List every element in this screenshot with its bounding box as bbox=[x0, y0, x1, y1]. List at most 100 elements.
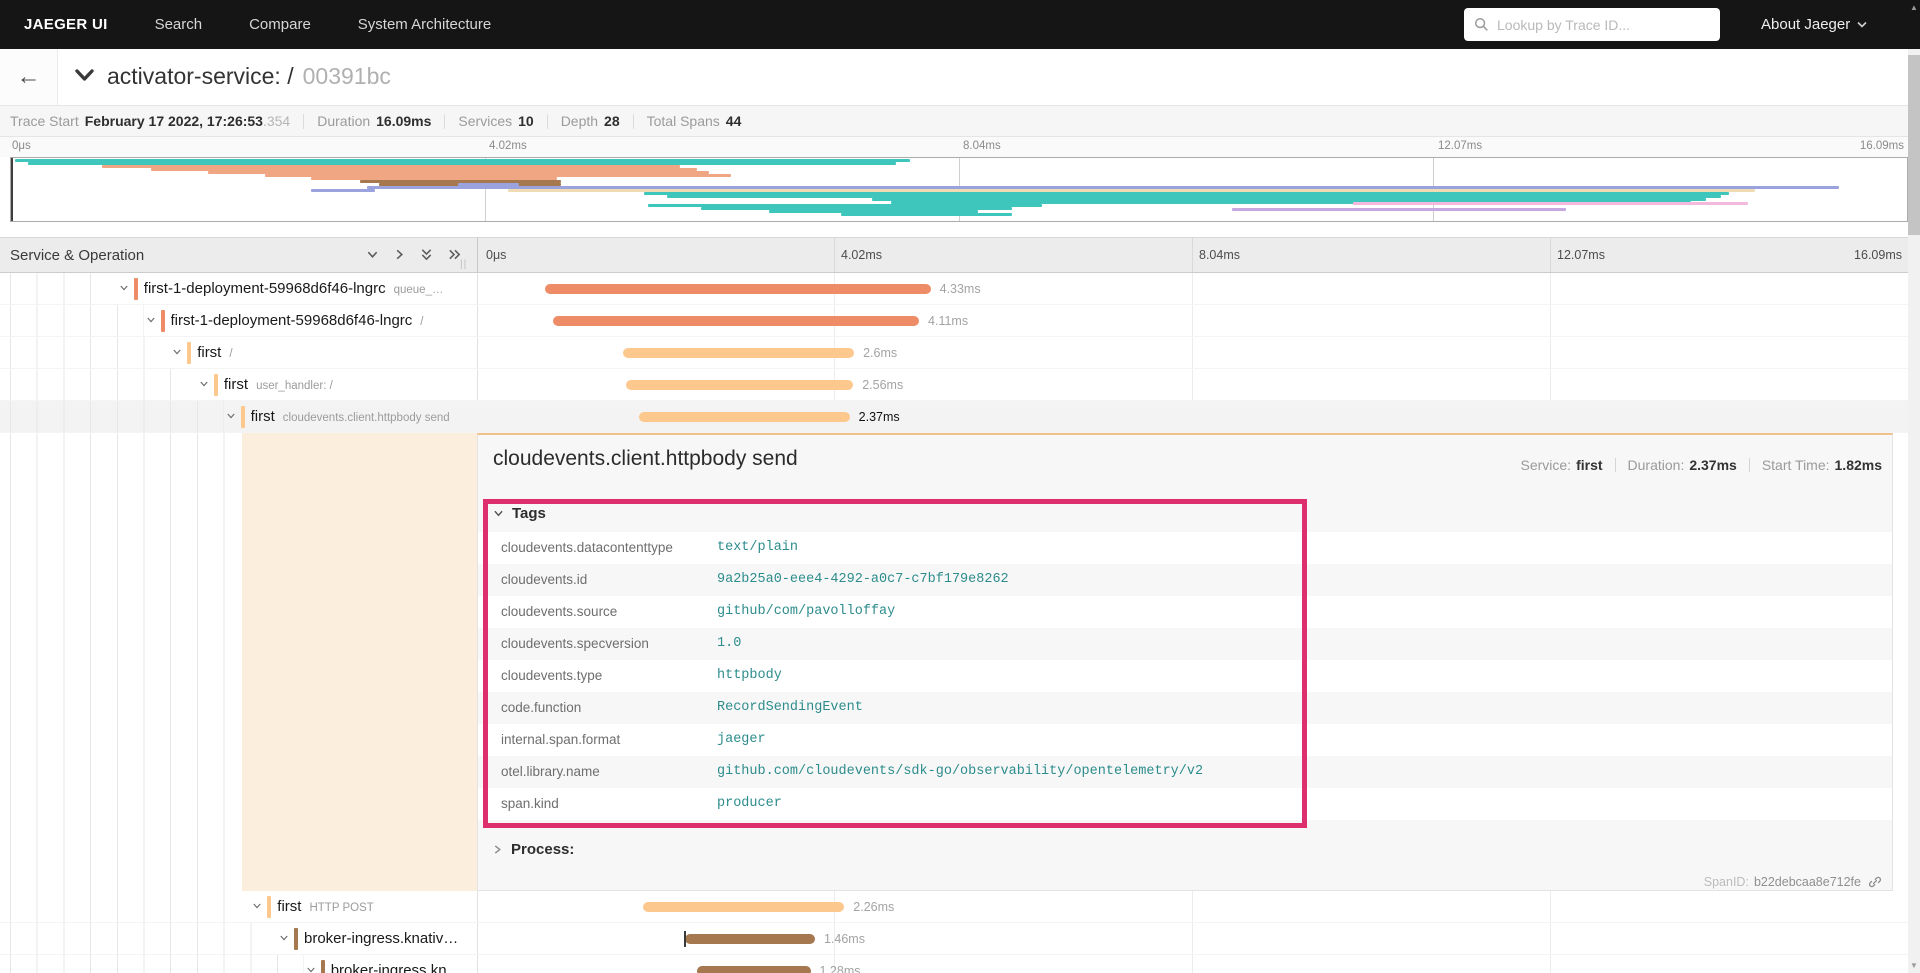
span-self-time-tick bbox=[684, 931, 687, 947]
collapse-one-icon[interactable] bbox=[366, 248, 379, 261]
span-bar[interactable] bbox=[643, 902, 845, 912]
tag-row: cloudevents.id 9a2b25a0-eee4-4292-a0c7-c7… bbox=[478, 564, 1892, 596]
summary-label: Trace Start bbox=[10, 113, 79, 129]
span-duration-label: 2.26ms bbox=[853, 900, 895, 914]
tag-value: RecordSendingEvent bbox=[717, 700, 863, 715]
span-name: first / bbox=[197, 337, 232, 369]
span-bar[interactable] bbox=[622, 348, 855, 358]
panel-resize-handle[interactable]: || bbox=[460, 259, 467, 270]
trace-summary-bar: Trace Start February 17 2022, 17:26:53.35… bbox=[0, 106, 1920, 137]
row-collapse-chevron-icon[interactable] bbox=[172, 348, 182, 356]
collapse-all-icon[interactable] bbox=[420, 247, 433, 262]
tag-row: cloudevents.datacontenttype text/plain bbox=[478, 532, 1892, 564]
about-jaeger-label: About Jaeger bbox=[1761, 16, 1851, 33]
span-bar[interactable] bbox=[545, 284, 931, 294]
row-collapse-chevron-icon[interactable] bbox=[226, 412, 236, 420]
span-name: broker-ingress.knativ… bbox=[304, 923, 458, 955]
back-button[interactable]: ← bbox=[0, 49, 58, 105]
indent-guides bbox=[10, 337, 171, 368]
span-row[interactable]: first user_handler: / 2.56ms bbox=[0, 369, 1920, 401]
scroll-down-arrow[interactable]: ▼ bbox=[1908, 961, 1920, 970]
scroll-up-arrow[interactable]: ▲ bbox=[1908, 3, 1920, 12]
scrollbar-thumb[interactable] bbox=[1908, 55, 1920, 235]
span-row[interactable]: first-1-deployment-59968d6f46-lngrc queue… bbox=[0, 273, 1920, 305]
span-bar[interactable] bbox=[696, 966, 811, 973]
tag-key: cloudevents.id bbox=[501, 572, 588, 587]
row-collapse-chevron-icon[interactable] bbox=[306, 966, 316, 973]
span-row[interactable]: first-1-deployment-59968d6f46-lngrc / 4.11… bbox=[0, 305, 1920, 337]
nav-item-system-architecture[interactable]: System Architecture bbox=[358, 16, 491, 33]
row-collapse-chevron-icon[interactable] bbox=[146, 316, 156, 324]
service-name: first bbox=[223, 376, 249, 393]
row-collapse-chevron-icon[interactable] bbox=[252, 902, 262, 910]
span-duration-label: 4.11ms bbox=[928, 314, 969, 328]
minimap-tick-labels: 0μs 4.02ms 8.04ms 12.07ms 16.09ms bbox=[0, 137, 1920, 157]
span-row[interactable]: first / 2.6ms bbox=[0, 337, 1920, 369]
service-name: broker-ingress.knativ… bbox=[304, 930, 459, 947]
timeline-tick: 12.07ms bbox=[1557, 248, 1605, 262]
nav-item-compare[interactable]: Compare bbox=[249, 16, 311, 33]
indent-guides bbox=[10, 923, 277, 954]
trace-lookup-box[interactable] bbox=[1464, 8, 1720, 41]
minimap-span bbox=[310, 189, 376, 192]
span-name: first HTTP POST bbox=[277, 891, 374, 923]
span-name: broker-ingress.kn… bbox=[331, 955, 462, 973]
service-name: first-1-deployment-59968d6f46-lngrc bbox=[170, 312, 413, 329]
process-section-toggle[interactable]: Process: bbox=[493, 841, 574, 858]
tag-row: cloudevents.type httpbody bbox=[478, 660, 1892, 692]
panel-divider bbox=[477, 238, 478, 272]
minimap-span bbox=[1353, 202, 1748, 205]
operation-name: queue_… bbox=[393, 284, 444, 296]
tag-row: cloudevents.source github/com/pavolloffay bbox=[478, 596, 1892, 628]
trace-collapse-chevron-icon[interactable] bbox=[74, 68, 95, 88]
tags-section-toggle[interactable]: Tags bbox=[493, 505, 546, 522]
about-jaeger-menu[interactable]: About Jaeger bbox=[1761, 0, 1867, 49]
summary-label: Total Spans bbox=[646, 113, 720, 129]
expand-one-icon[interactable] bbox=[393, 248, 406, 261]
timeline-tick: 8.04ms bbox=[1199, 248, 1240, 262]
timeline-minimap[interactable] bbox=[10, 157, 1908, 222]
summary-separator bbox=[444, 113, 446, 129]
tag-row: internal.span.format jaeger bbox=[478, 724, 1892, 756]
span-row[interactable]: first cloudevents.client.httpbody send 2.3… bbox=[0, 401, 1920, 433]
span-bar[interactable] bbox=[553, 316, 920, 326]
tag-value: github/com/pavolloffay bbox=[717, 604, 896, 619]
service-color-block bbox=[133, 278, 138, 300]
row-collapse-chevron-icon[interactable] bbox=[199, 380, 209, 388]
summary-value: 16.09ms bbox=[376, 113, 432, 129]
summary-value: 10 bbox=[518, 113, 534, 129]
deep-link-icon[interactable] bbox=[1868, 875, 1882, 889]
summary-value: 44 bbox=[725, 113, 742, 129]
span-bar[interactable] bbox=[625, 380, 854, 390]
minimap-tick: 12.07ms bbox=[1438, 140, 1483, 152]
page-scrollbar[interactable]: ▲ ▼ bbox=[1908, 0, 1920, 973]
app-brand[interactable]: JAEGER UI bbox=[24, 16, 108, 33]
nav-item-search[interactable]: Search bbox=[155, 16, 203, 33]
span-row[interactable]: broker-ingress.knativ… 1.46ms bbox=[0, 923, 1920, 955]
span-name: first-1-deployment-59968d6f46-lngrc / bbox=[171, 305, 424, 337]
span-detail-meta: Service: first Duration: 2.37ms Start Time: 1… bbox=[1521, 457, 1883, 473]
span-rows-top: first-1-deployment-59968d6f46-lngrc queue… bbox=[0, 273, 1920, 433]
row-collapse-chevron-icon[interactable] bbox=[119, 284, 129, 292]
meta-label: Duration: bbox=[1627, 457, 1685, 473]
trace-title: activator-service: / 00391bc bbox=[107, 63, 391, 90]
process-section-label: Process: bbox=[511, 841, 575, 858]
span-bar[interactable] bbox=[685, 934, 815, 944]
service-color-block bbox=[213, 374, 218, 396]
summary-label: Services bbox=[458, 113, 513, 129]
minimap-scrubber-handle[interactable] bbox=[11, 158, 13, 221]
span-row[interactable]: first HTTP POST 2.26ms bbox=[0, 891, 1920, 923]
span-row[interactable]: broker-ingress.kn… 1.28ms bbox=[0, 955, 1920, 973]
service-color-block bbox=[187, 342, 192, 364]
indent-guides bbox=[10, 433, 245, 891]
meta-value: first bbox=[1576, 457, 1603, 473]
meta-value: 2.37ms bbox=[1689, 457, 1737, 473]
trace-lookup-input[interactable] bbox=[1497, 16, 1710, 33]
tag-value: text/plain bbox=[717, 540, 799, 555]
row-collapse-chevron-icon[interactable] bbox=[279, 934, 289, 942]
summary-separator bbox=[303, 113, 305, 129]
indent-guides bbox=[10, 273, 117, 304]
span-bar[interactable] bbox=[638, 412, 850, 422]
meta-value: 1.82ms bbox=[1834, 457, 1882, 473]
operation-name: HTTP POST bbox=[309, 902, 374, 914]
